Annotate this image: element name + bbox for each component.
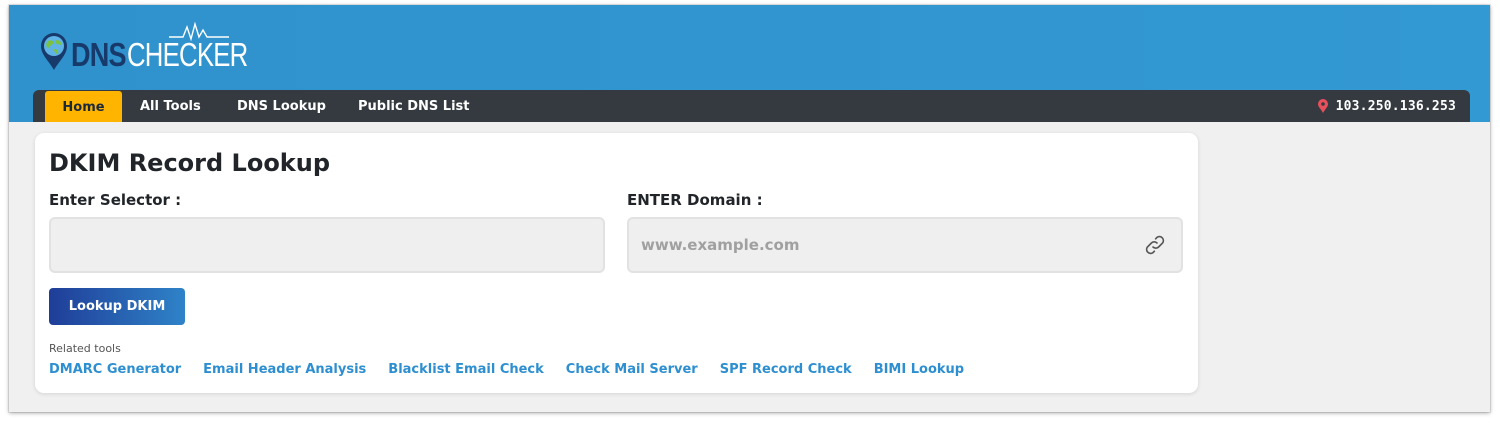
logo-dns-text: DNS <box>71 36 126 73</box>
nav-all-tools[interactable]: All Tools <box>140 90 201 122</box>
map-pin-icon <box>1317 99 1328 113</box>
main-navbar: Home All Tools DNS Lookup Public DNS Lis… <box>33 90 1470 122</box>
ip-display: 103.250.136.253 <box>1317 90 1456 122</box>
site-header: DNS CHECKER Home All Tools DNS Lookup Pu… <box>9 5 1490 122</box>
nav-public-dns-list[interactable]: Public DNS List <box>358 90 469 122</box>
logo[interactable]: DNS CHECKER <box>39 19 281 71</box>
nav-home[interactable]: Home <box>45 91 122 122</box>
selector-label: Enter Selector : <box>49 191 182 209</box>
globe-pin-icon <box>41 33 67 70</box>
browser-viewport: DNS CHECKER Home All Tools DNS Lookup Pu… <box>9 5 1490 412</box>
dkim-lookup-card: DKIM Record Lookup Enter Selector : ENTE… <box>35 133 1198 393</box>
link-icon <box>1145 235 1165 255</box>
related-tools-label: Related tools <box>49 342 121 355</box>
ip-address: 103.250.136.253 <box>1335 98 1456 114</box>
pulse-line-icon <box>169 21 229 42</box>
related-link-email-header-analysis[interactable]: Email Header Analysis <box>203 362 366 377</box>
domain-input-placeholder: www.example.com <box>641 236 800 254</box>
page-title: DKIM Record Lookup <box>49 149 331 177</box>
domain-input[interactable]: www.example.com <box>627 217 1183 273</box>
related-link-spf-record-check[interactable]: SPF Record Check <box>720 362 852 377</box>
related-tools-list: DMARC Generator Email Header Analysis Bl… <box>49 362 964 377</box>
lookup-dkim-button[interactable]: Lookup DKIM <box>49 288 185 325</box>
related-link-bimi-lookup[interactable]: BIMI Lookup <box>874 362 964 377</box>
related-link-dmarc-generator[interactable]: DMARC Generator <box>49 362 181 377</box>
related-link-check-mail-server[interactable]: Check Mail Server <box>566 362 698 377</box>
nav-dns-lookup[interactable]: DNS Lookup <box>237 90 326 122</box>
selector-input[interactable] <box>49 217 605 273</box>
domain-label: ENTER Domain : <box>627 191 763 209</box>
related-link-blacklist-email-check[interactable]: Blacklist Email Check <box>388 362 543 377</box>
